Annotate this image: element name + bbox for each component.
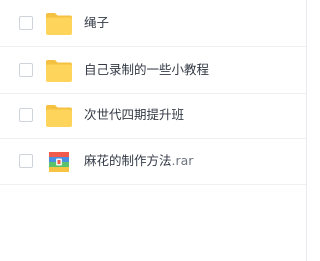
file-row-archive[interactable]: 麻花的制作方法.rar (0, 139, 306, 185)
select-checkbox[interactable] (19, 108, 33, 122)
file-list: 绳子 自己录制的一些小教程 次世代四期提升班 麻花的制作方法.rar (0, 0, 307, 261)
file-name[interactable]: 次世代四期提升班 (84, 105, 184, 125)
file-name[interactable]: 麻花的制作方法.rar (84, 151, 193, 171)
file-row-folder[interactable]: 次世代四期提升班 (0, 93, 306, 139)
folder-icon (45, 58, 73, 84)
select-checkbox[interactable] (19, 63, 33, 77)
file-row-folder[interactable]: 自己录制的一些小教程 (0, 48, 306, 94)
file-row-folder[interactable]: 绳子 (0, 1, 306, 47)
select-checkbox[interactable] (19, 16, 33, 30)
file-name[interactable]: 自己录制的一些小教程 (84, 60, 209, 80)
file-name[interactable]: 绳子 (84, 13, 109, 33)
folder-icon (45, 103, 73, 129)
select-checkbox[interactable] (19, 154, 33, 168)
rar-archive-icon (45, 149, 73, 175)
folder-icon (45, 11, 73, 37)
